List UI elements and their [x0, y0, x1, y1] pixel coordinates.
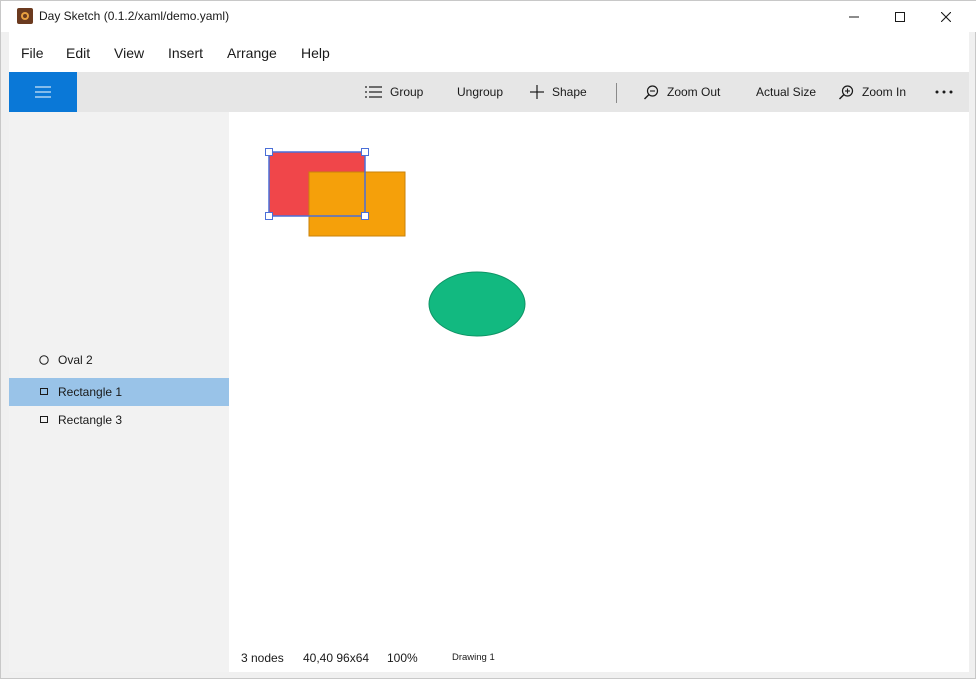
- zoom-in-label: Zoom In: [862, 85, 907, 99]
- resize-handle-bottom-right[interactable]: [361, 212, 369, 220]
- rectangle-icon: [40, 388, 48, 395]
- layers-panel: Oval 2 Rectangle 1 Rectangle 3: [9, 112, 229, 672]
- maximize-icon: [895, 11, 905, 22]
- ungroup-button[interactable]: Ungroup: [457, 72, 503, 112]
- more-icon: [935, 90, 953, 94]
- hamburger-icon: [35, 86, 51, 98]
- app-icon: [17, 8, 33, 24]
- plus-icon: [530, 85, 544, 99]
- group-label: Group: [390, 85, 424, 99]
- toolbar: Group Ungroup Shape Zoom Out Actual Size: [9, 72, 969, 112]
- ungroup-label: Ungroup: [457, 85, 504, 99]
- more-button[interactable]: [935, 72, 961, 112]
- close-button[interactable]: [923, 1, 969, 32]
- resize-handle-top-left[interactable]: [265, 148, 273, 156]
- title-bar[interactable]: Day Sketch (0.1.2/xaml/demo.yaml): [1, 1, 976, 32]
- zoom-out-label: Zoom Out: [667, 85, 721, 99]
- window-title: Day Sketch (0.1.2/xaml/demo.yaml): [39, 9, 230, 23]
- hamburger-button[interactable]: [9, 72, 77, 112]
- minimize-button[interactable]: [831, 1, 877, 32]
- toolbar-separator: [616, 83, 617, 103]
- app-window: Day Sketch (0.1.2/xaml/demo.yaml) File E…: [0, 0, 976, 679]
- rectangle-3[interactable]: [308, 171, 406, 237]
- shape-button[interactable]: Shape: [530, 72, 587, 112]
- menu-insert[interactable]: Insert: [168, 45, 203, 61]
- list-icon: [365, 86, 382, 98]
- drawing-canvas[interactable]: 3 nodes 40,40 96x64 100% Drawing 1: [229, 112, 969, 672]
- layer-item-oval-2[interactable]: Oval 2: [9, 346, 229, 374]
- zoom-in-button[interactable]: Zoom In: [839, 72, 906, 112]
- status-geometry: 40,40 96x64: [303, 651, 370, 665]
- menu-view[interactable]: View: [114, 45, 144, 61]
- layer-item-rectangle-3[interactable]: Rectangle 3: [9, 406, 229, 434]
- menu-edit[interactable]: Edit: [66, 45, 90, 61]
- zoom-out-icon: [644, 84, 659, 99]
- layer-label: Rectangle 1: [58, 385, 123, 399]
- menu-bar: File Edit View Insert Arrange Help: [9, 32, 969, 72]
- oval-2[interactable]: [428, 271, 526, 337]
- menu-arrange[interactable]: Arrange: [227, 45, 277, 61]
- actual-size-label: Actual Size: [756, 85, 817, 99]
- rectangle-icon: [40, 416, 48, 423]
- zoom-in-icon: [839, 84, 854, 99]
- shape-label: Shape: [552, 85, 587, 99]
- layer-item-rectangle-1[interactable]: Rectangle 1: [9, 378, 229, 406]
- status-node-count: 3 nodes: [241, 651, 284, 665]
- close-icon: [941, 11, 951, 22]
- status-document-name: Drawing 1: [452, 652, 495, 663]
- group-button[interactable]: Group: [365, 72, 423, 112]
- oval-icon: [39, 355, 49, 365]
- maximize-button[interactable]: [877, 1, 923, 32]
- zoom-out-button[interactable]: Zoom Out: [644, 72, 720, 112]
- canvas-surface[interactable]: [229, 112, 969, 642]
- resize-handle-top-right[interactable]: [361, 148, 369, 156]
- menu-help[interactable]: Help: [301, 45, 330, 61]
- layer-label: Oval 2: [58, 353, 93, 367]
- layer-label: Rectangle 3: [58, 413, 123, 427]
- actual-size-button[interactable]: Actual Size: [756, 72, 816, 112]
- menu-file[interactable]: File: [21, 45, 44, 61]
- minimize-icon: [849, 16, 859, 17]
- status-zoom: 100%: [387, 651, 418, 665]
- resize-handle-bottom-left[interactable]: [265, 212, 273, 220]
